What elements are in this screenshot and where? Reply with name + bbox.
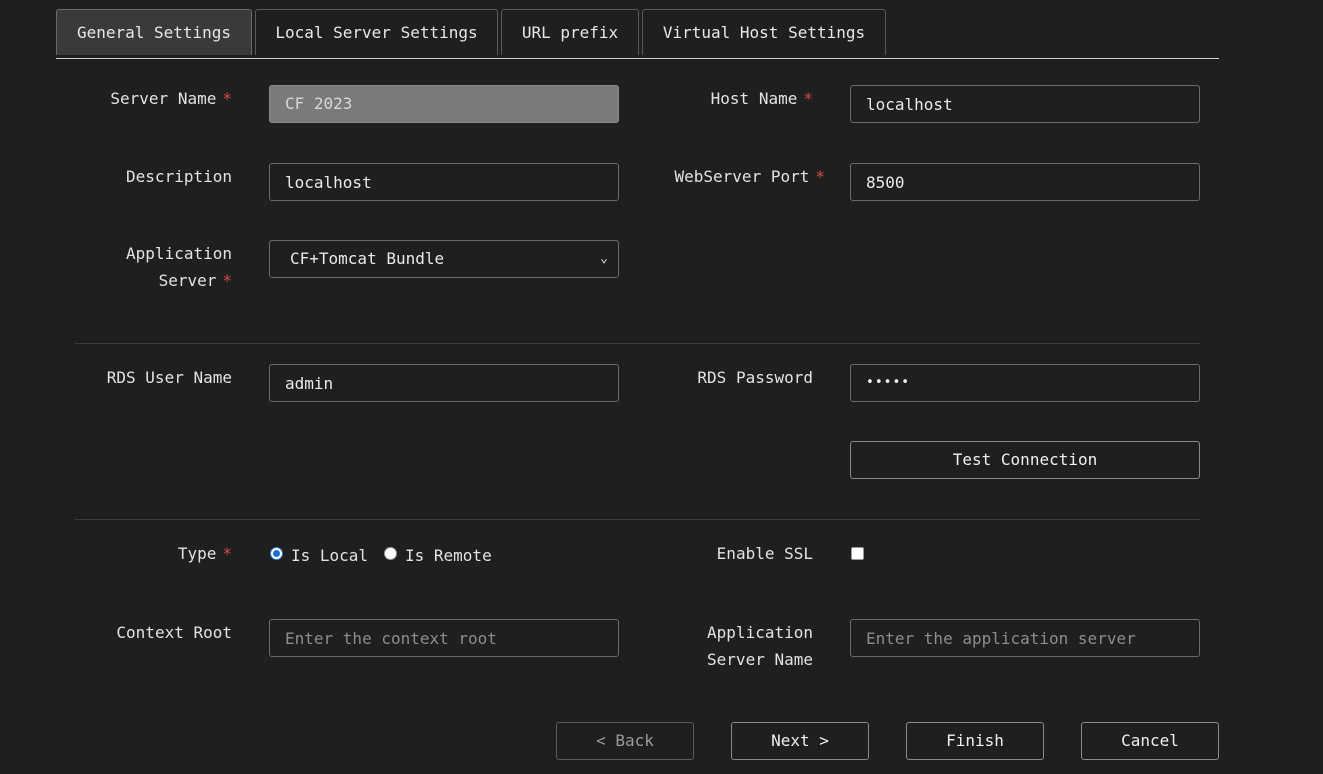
rds-user-name-label: RDS User Name xyxy=(106,368,232,387)
required-marker: * xyxy=(222,544,232,563)
section-divider xyxy=(75,519,1200,520)
enable-ssl-checkbox[interactable] xyxy=(851,547,864,560)
application-server-label: Application Server * xyxy=(126,244,232,290)
test-connection-button[interactable]: Test Connection xyxy=(850,441,1200,479)
rds-password-field[interactable]: ••••• xyxy=(850,364,1200,402)
required-marker: * xyxy=(222,271,232,290)
back-button[interactable]: < Back xyxy=(556,722,694,760)
is-remote-radio[interactable] xyxy=(384,547,397,560)
required-marker: * xyxy=(803,89,813,108)
context-root-field[interactable] xyxy=(269,619,619,657)
required-marker: * xyxy=(222,89,232,108)
cancel-button[interactable]: Cancel xyxy=(1081,722,1219,760)
application-server-name-label: Application Server Name xyxy=(707,623,813,669)
rds-password-label: RDS Password xyxy=(697,368,813,387)
is-remote-label: Is Remote xyxy=(405,546,492,565)
type-label: Type * xyxy=(177,544,232,563)
tab-divider xyxy=(56,58,1219,59)
webserver-port-field[interactable] xyxy=(850,163,1200,201)
context-root-label: Context Root xyxy=(116,623,232,642)
application-server-name-field[interactable] xyxy=(850,619,1200,657)
host-name-label: Host Name * xyxy=(710,89,813,108)
application-server-select[interactable]: CF+Tomcat Bundle ⌄ xyxy=(269,240,619,278)
description-label: Description xyxy=(126,167,232,186)
description-field[interactable] xyxy=(269,163,619,201)
finish-button[interactable]: Finish xyxy=(906,722,1044,760)
chevron-down-icon: ⌄ xyxy=(600,251,608,266)
enable-ssl-label: Enable SSL xyxy=(716,544,813,563)
tab-virtual-host-settings[interactable]: Virtual Host Settings xyxy=(642,9,886,55)
tab-url-prefix[interactable]: URL prefix xyxy=(501,9,639,55)
server-name-field: CF 2023 xyxy=(269,85,619,123)
is-local-radio[interactable] xyxy=(270,547,283,560)
tab-general-settings[interactable]: General Settings xyxy=(56,9,252,55)
server-name-label: Server Name * xyxy=(110,89,232,108)
host-name-field[interactable] xyxy=(850,85,1200,123)
is-local-label: Is Local xyxy=(291,546,369,565)
rds-user-name-field[interactable] xyxy=(269,364,619,402)
tab-local-server-settings[interactable]: Local Server Settings xyxy=(255,9,498,55)
webserver-port-label: WebServer Port * xyxy=(674,167,826,186)
application-server-selected: CF+Tomcat Bundle xyxy=(290,249,445,268)
section-divider xyxy=(75,343,1200,344)
required-marker: * xyxy=(815,167,825,186)
next-button[interactable]: Next > xyxy=(731,722,869,760)
